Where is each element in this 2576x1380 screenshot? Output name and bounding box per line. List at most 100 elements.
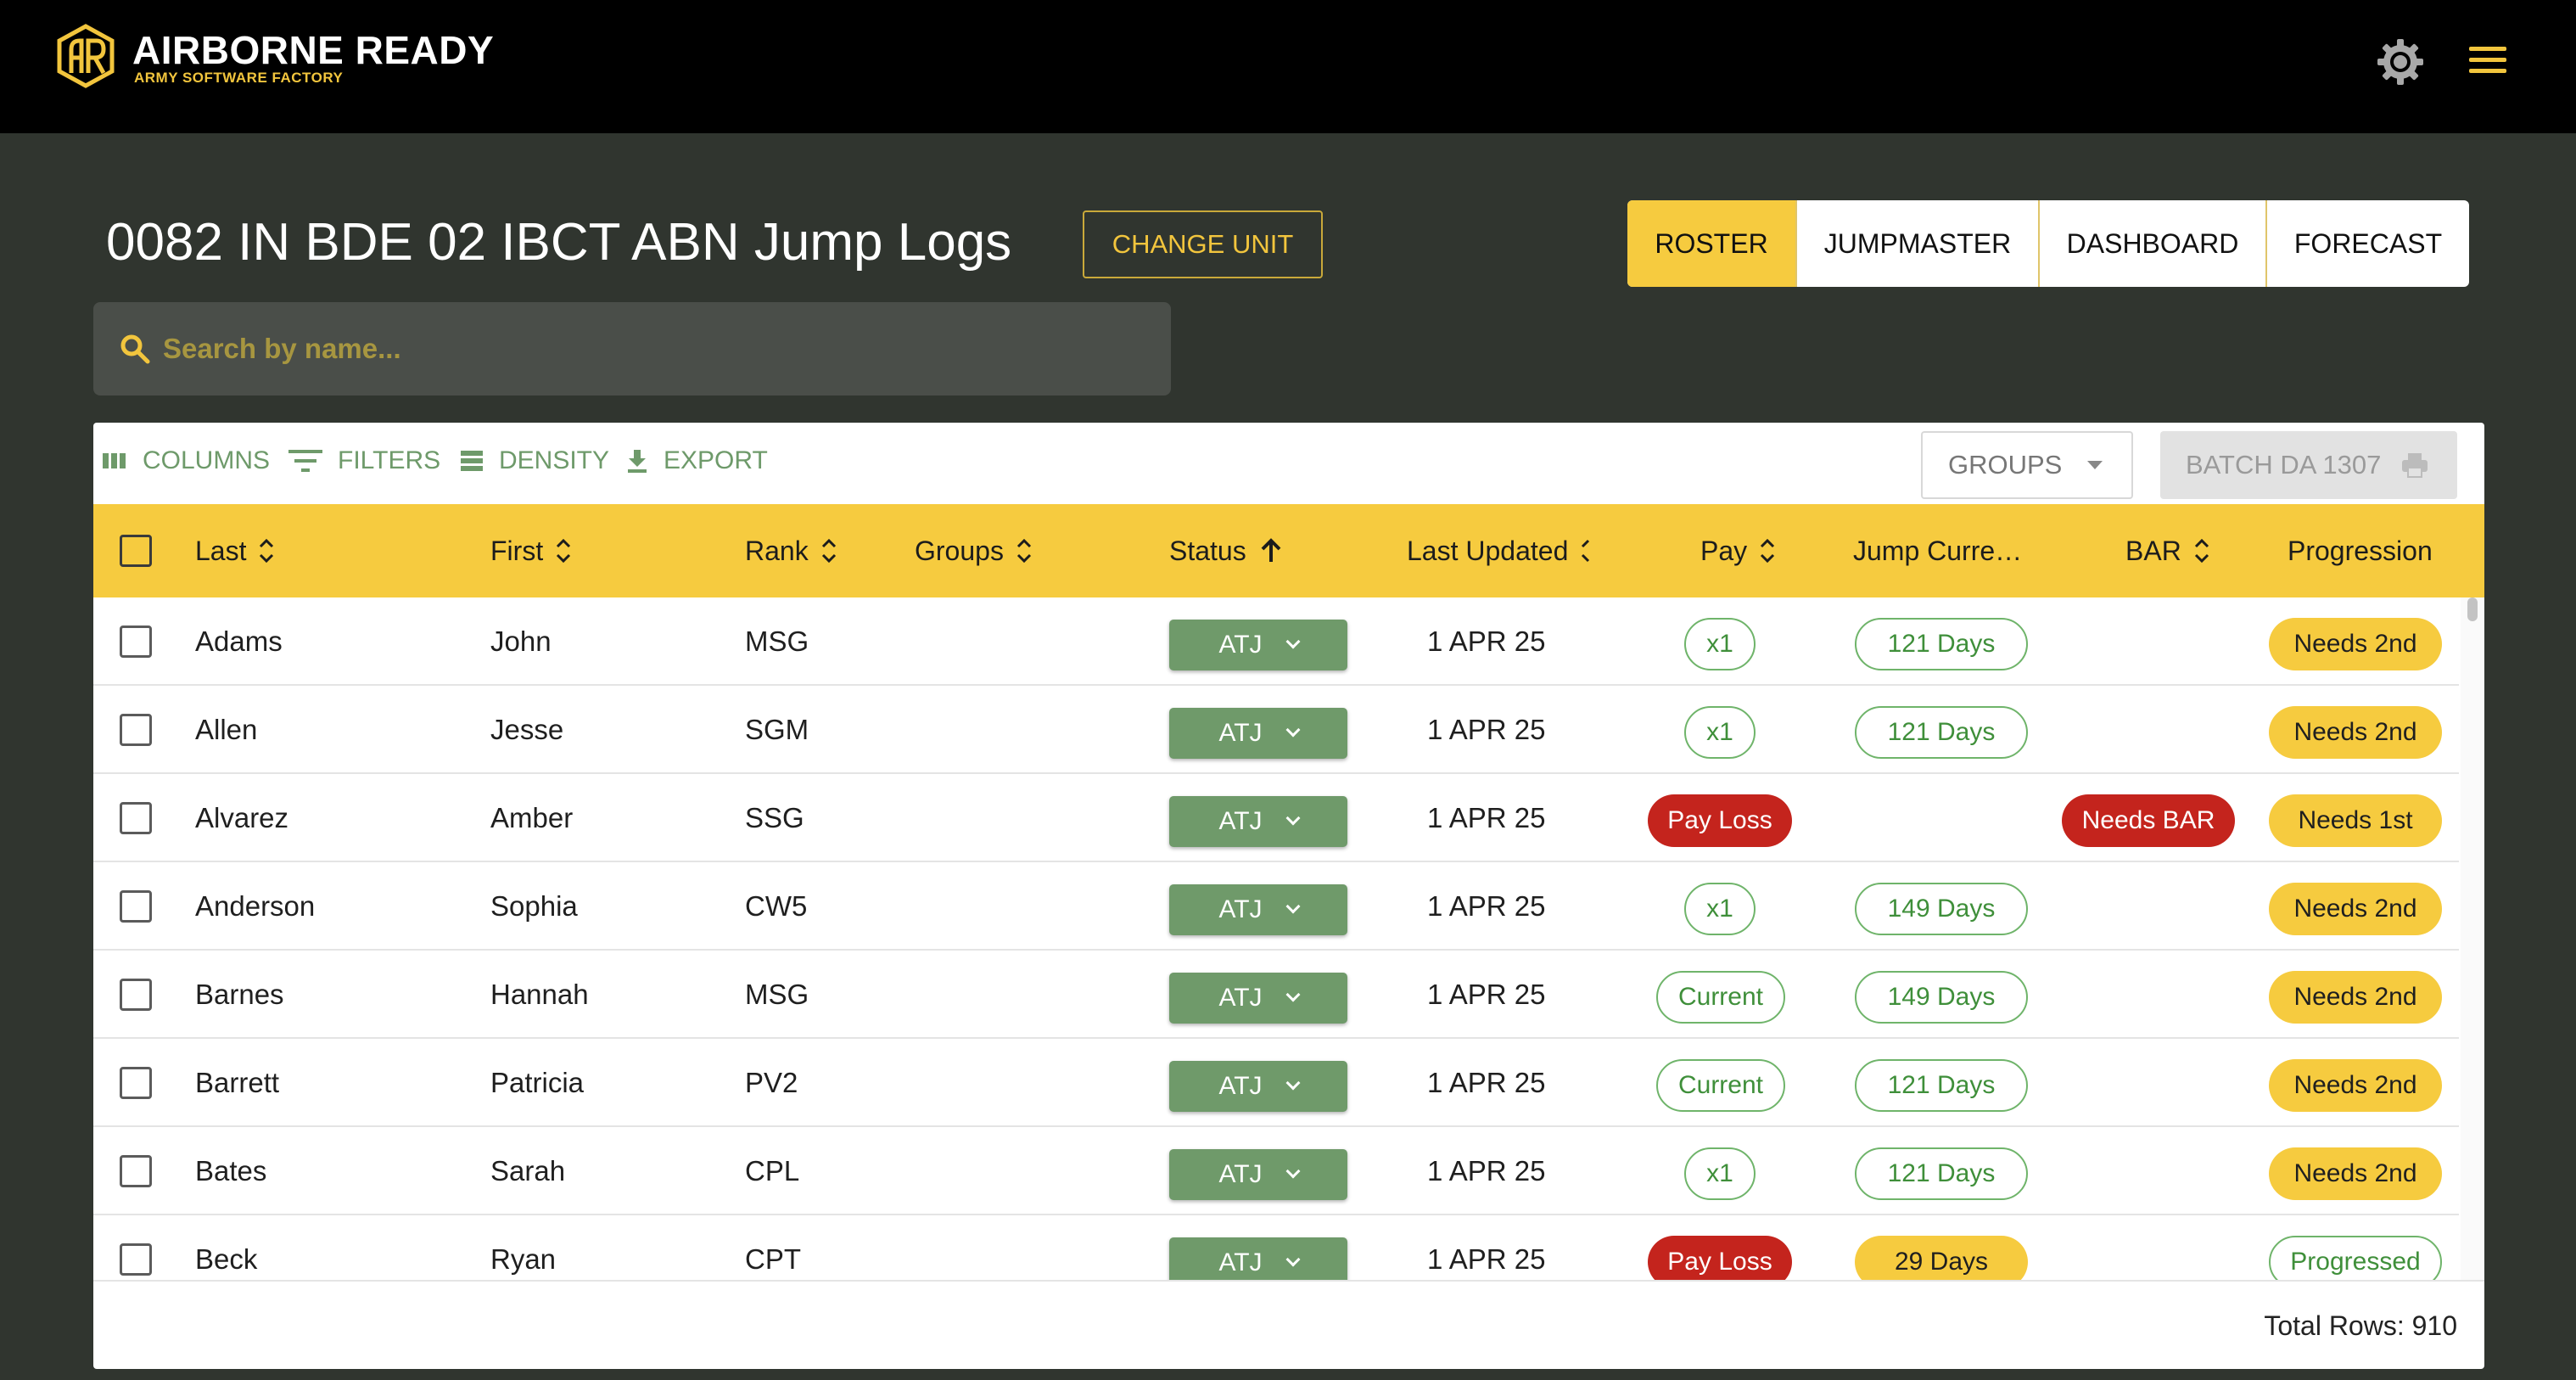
status-dropdown[interactable]: ATJ xyxy=(1169,973,1347,1024)
pay-chip: x1 xyxy=(1684,883,1756,935)
grid-toolbar: COLUMNS FILTERS DENSITY EXPORT GROUPS BA… xyxy=(93,423,2484,504)
search-icon xyxy=(120,334,150,364)
row-checkbox[interactable] xyxy=(120,1243,152,1276)
row-checkbox[interactable] xyxy=(120,802,152,834)
status-label: ATJ xyxy=(1218,1072,1263,1100)
sort-both-icon xyxy=(2194,538,2209,564)
tab-forecast[interactable]: FORECAST xyxy=(2267,200,2469,287)
export-button[interactable]: EXPORT xyxy=(626,446,768,475)
table-row[interactable]: Alvarez Amber SSG ATJ 1 APR 25 Pay Loss … xyxy=(93,774,2459,862)
jump-currency-chip: 121 Days xyxy=(1855,1059,2028,1112)
brand-title: AIRBORNE READY xyxy=(132,28,495,72)
sort-both-icon xyxy=(557,538,571,564)
row-checkbox[interactable] xyxy=(120,890,152,923)
cell-first: Patricia xyxy=(490,1067,585,1098)
status-dropdown[interactable]: ATJ xyxy=(1169,1061,1347,1112)
cell-rank: MSG xyxy=(745,979,809,1010)
table-row[interactable]: Barrett Patricia PV2 ATJ 1 APR 25 Curren… xyxy=(93,1039,2459,1127)
sort-both-icon xyxy=(1582,539,1590,563)
cell-last-updated: 1 APR 25 xyxy=(1427,1243,1546,1275)
status-dropdown[interactable]: ATJ xyxy=(1169,1237,1347,1280)
row-checkbox[interactable] xyxy=(120,714,152,746)
cell-last-updated: 1 APR 25 xyxy=(1427,625,1546,657)
chevron-down-icon xyxy=(1285,1075,1301,1091)
column-header-jump-currency[interactable]: Jump Curre… xyxy=(1853,504,2022,597)
cell-first: John xyxy=(490,625,552,657)
change-unit-button[interactable]: CHANGE UNIT xyxy=(1083,210,1323,278)
tab-jumpmaster[interactable]: JUMPMASTER xyxy=(1797,200,2040,287)
gear-icon[interactable] xyxy=(2376,37,2425,87)
status-label: ATJ xyxy=(1218,807,1263,835)
filters-label: FILTERS xyxy=(338,446,441,474)
download-icon xyxy=(628,450,647,473)
sort-both-icon xyxy=(260,538,274,564)
status-dropdown[interactable]: ATJ xyxy=(1169,708,1347,759)
chevron-down-icon xyxy=(1285,722,1301,738)
cell-rank: CW5 xyxy=(745,890,808,922)
columns-label: COLUMNS xyxy=(143,446,271,474)
table-row[interactable]: Anderson Sophia CW5 ATJ 1 APR 25 x1 149 … xyxy=(93,862,2459,951)
groups-label: GROUPS xyxy=(1948,450,2063,480)
tab-dashboard[interactable]: DASHBOARD xyxy=(2040,200,2267,287)
column-header-last[interactable]: Last xyxy=(195,504,275,597)
column-header-status[interactable]: Status xyxy=(1169,504,1284,597)
search-input[interactable] xyxy=(163,333,1096,365)
column-header-bar[interactable]: BAR xyxy=(2125,504,2210,597)
hamburger-menu-icon[interactable] xyxy=(2469,47,2506,77)
row-checkbox[interactable] xyxy=(120,1155,152,1187)
cell-last-updated: 1 APR 25 xyxy=(1427,1155,1546,1186)
cell-last-updated: 1 APR 25 xyxy=(1427,714,1546,745)
search-bar xyxy=(93,302,1171,395)
chevron-down-icon xyxy=(1285,811,1301,826)
cell-first: Sophia xyxy=(490,890,578,922)
column-header-pay[interactable]: Pay xyxy=(1700,504,1776,597)
cell-last: Bates xyxy=(195,1155,267,1186)
table-row[interactable]: Adams John MSG ATJ 1 APR 25 x1 121 Days … xyxy=(93,597,2459,686)
table-row[interactable]: Beck Ryan CPT ATJ 1 APR 25 Pay Loss 29 D… xyxy=(93,1215,2459,1280)
status-dropdown[interactable]: ATJ xyxy=(1169,1149,1347,1200)
table-row[interactable]: Allen Jesse SGM ATJ 1 APR 25 x1 121 Days… xyxy=(93,686,2459,774)
row-checkbox[interactable] xyxy=(120,1067,152,1099)
column-label: Last xyxy=(195,535,247,566)
column-label: Jump Curre… xyxy=(1853,535,2023,566)
column-label: Last Updated xyxy=(1407,535,1569,566)
sort-both-icon xyxy=(1016,538,1031,564)
filters-button[interactable]: FILTERS xyxy=(288,446,440,475)
batch-label: BATCH DA 1307 xyxy=(2186,450,2382,480)
column-header-progression[interactable]: Progression xyxy=(2288,504,2433,597)
progression-chip: Progressed xyxy=(2269,1236,2442,1280)
column-label: First xyxy=(490,535,544,566)
caret-down-icon xyxy=(2087,461,2103,469)
column-header-last-updated[interactable]: Last Updated xyxy=(1407,504,1592,597)
scrollbar-thumb[interactable] xyxy=(2467,597,2478,621)
column-header-rank[interactable]: Rank xyxy=(745,504,837,597)
column-label: Status xyxy=(1169,535,1246,566)
table-header-row: Last First Rank Groups Status Last Updat… xyxy=(93,504,2484,597)
batch-da-1307-button[interactable]: BATCH DA 1307 xyxy=(2160,431,2457,499)
columns-button[interactable]: COLUMNS xyxy=(102,446,270,475)
sort-both-icon xyxy=(1761,538,1775,564)
status-dropdown[interactable]: ATJ xyxy=(1169,620,1347,670)
roster-data-grid: COLUMNS FILTERS DENSITY EXPORT GROUPS BA… xyxy=(93,423,2484,1369)
chevron-down-icon xyxy=(1285,899,1301,914)
table-row[interactable]: Bates Sarah CPL ATJ 1 APR 25 x1 121 Days… xyxy=(93,1127,2459,1215)
column-header-first[interactable]: First xyxy=(490,504,572,597)
row-checkbox[interactable] xyxy=(120,979,152,1011)
cell-first: Ryan xyxy=(490,1243,557,1275)
page-title: 0082 IN BDE 02 IBCT ABN Jump Logs xyxy=(106,213,1012,272)
chevron-down-icon xyxy=(1285,987,1301,1002)
row-checkbox[interactable] xyxy=(120,625,152,658)
density-button[interactable]: DENSITY xyxy=(460,446,609,475)
vertical-scrollbar[interactable] xyxy=(2461,597,2484,1280)
groups-dropdown[interactable]: GROUPS xyxy=(1921,431,2133,499)
column-label: Rank xyxy=(745,535,809,566)
cell-last: Beck xyxy=(195,1243,258,1275)
select-all-checkbox[interactable] xyxy=(120,535,152,567)
table-row[interactable]: Barnes Hannah MSG ATJ 1 APR 25 Current 1… xyxy=(93,951,2459,1039)
column-header-groups[interactable]: Groups xyxy=(915,504,1033,597)
sort-both-icon xyxy=(821,538,836,564)
column-label: Progression xyxy=(2288,535,2433,566)
tab-roster[interactable]: ROSTER xyxy=(1627,200,1797,287)
status-dropdown[interactable]: ATJ xyxy=(1169,796,1347,847)
status-dropdown[interactable]: ATJ xyxy=(1169,884,1347,935)
